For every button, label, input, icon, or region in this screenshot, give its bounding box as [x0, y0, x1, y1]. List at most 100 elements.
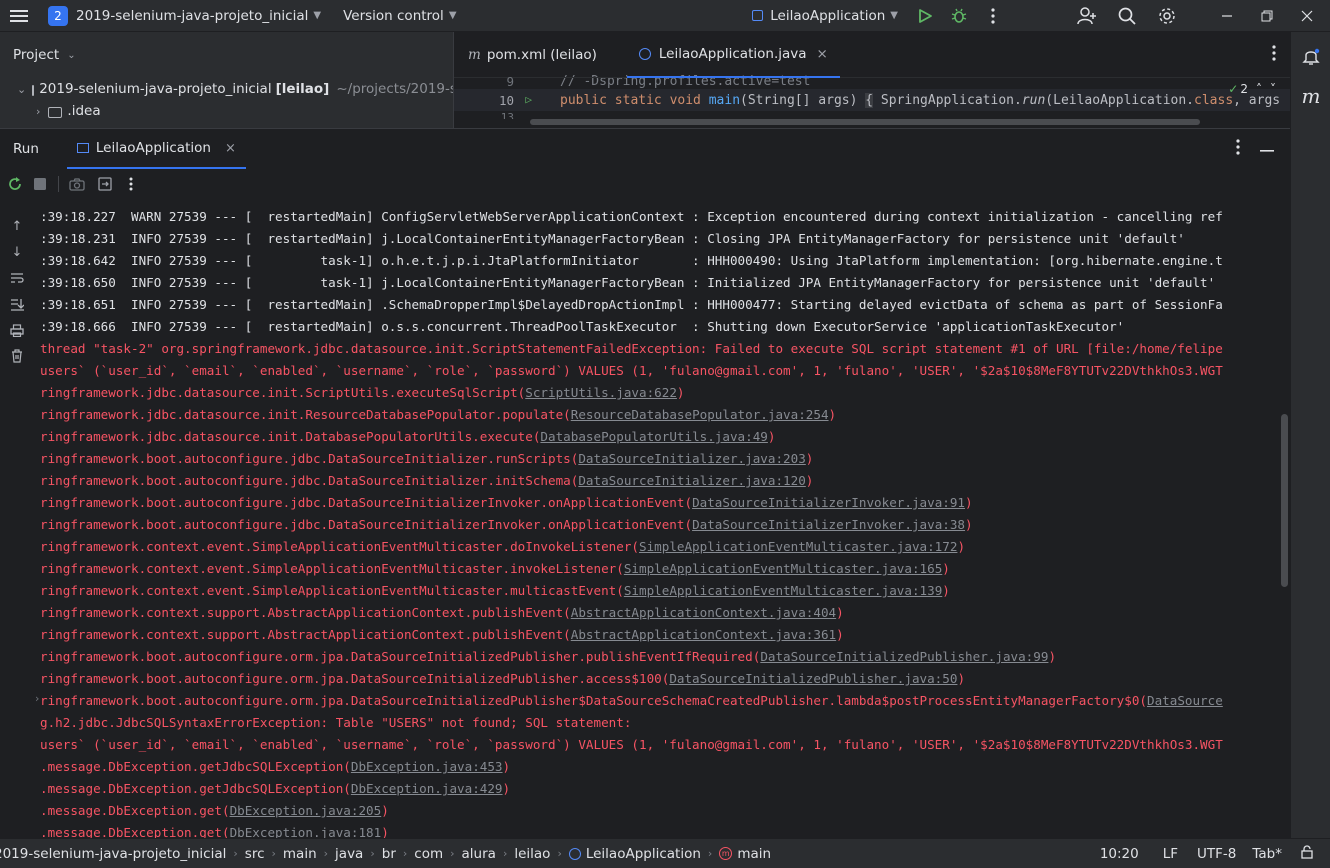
- camera-icon: [69, 177, 85, 191]
- run-more-button[interactable]: [119, 169, 143, 199]
- run-toolbar: [0, 169, 1290, 199]
- inspection-widget[interactable]: ✓ 2 ˄ ˅: [1228, 82, 1276, 96]
- tab-label: LeilaoApplication.java: [658, 45, 807, 62]
- console-line: ringframework.context.support.AbstractAp…: [40, 627, 844, 642]
- run-config-label: LeilaoApplication: [770, 7, 886, 24]
- scroll-down-button[interactable]: ↓: [0, 239, 34, 265]
- stacktrace-link[interactable]: SimpleApplicationEventMulticaster.java:1…: [639, 539, 957, 554]
- main-menu-button[interactable]: [0, 0, 38, 32]
- stacktrace-link[interactable]: DataSourceInitializer.java:120: [578, 473, 805, 488]
- chevron-up-icon[interactable]: ˄: [1256, 82, 1262, 96]
- more-vertical-icon: [129, 177, 133, 191]
- scroll-to-end-icon: [11, 298, 24, 311]
- breadcrumb-item[interactable]: br: [382, 846, 396, 862]
- stacktrace-link[interactable]: DataSourceInitializer.java:203: [578, 451, 805, 466]
- maven-button[interactable]: m: [1291, 76, 1330, 116]
- stacktrace-link[interactable]: DataSource: [1147, 693, 1223, 708]
- console-line: users` (`user_id`, `email`, `enabled`, `…: [40, 363, 1223, 378]
- lock-icon[interactable]: [1300, 844, 1314, 863]
- console-line: ringframework.boot.autoconfigure.jdbc.Da…: [40, 495, 973, 510]
- module-folder-icon: [32, 84, 35, 96]
- line-separator[interactable]: LF: [1163, 846, 1178, 862]
- close-tab-icon[interactable]: ×: [817, 46, 828, 62]
- chevron-right-icon: ›: [271, 847, 276, 860]
- code-with-me-button[interactable]: [1072, 1, 1102, 31]
- console-output[interactable]: :39:18.227 WARN 27539 --- [ restartedMai…: [34, 206, 1290, 839]
- scroll-up-button[interactable]: ↑: [0, 213, 34, 239]
- soft-wrap-button[interactable]: [0, 265, 34, 291]
- editor-tabs-more-button[interactable]: [1272, 44, 1276, 65]
- stacktrace-link[interactable]: DataSourceInitializedPublisher.java:99: [760, 649, 1048, 664]
- caret-position[interactable]: 10:20: [1100, 846, 1139, 862]
- code-line: 13: [454, 111, 1290, 119]
- indent-setting[interactable]: Tab*: [1252, 846, 1282, 862]
- stacktrace-link[interactable]: DbException.java:429: [351, 781, 503, 796]
- stacktrace-link[interactable]: DbException.java:453: [351, 759, 503, 774]
- run-panel-options-button[interactable]: [1236, 139, 1240, 159]
- breadcrumb-item[interactable]: main: [737, 846, 771, 862]
- console-line: :39:18.651 INFO 27539 --- [ restartedMai…: [40, 297, 1223, 312]
- stacktrace-link[interactable]: ResourceDatabasePopulator.java:254: [571, 407, 829, 422]
- stacktrace-link[interactable]: DataSourceInitializedPublisher.java:50: [669, 671, 957, 686]
- arrow-down-icon: ↓: [11, 244, 23, 260]
- search-everywhere-button[interactable]: [1112, 1, 1142, 31]
- scroll-to-end-button[interactable]: [0, 291, 34, 317]
- stacktrace-link[interactable]: DataSourceInitializerInvoker.java:91: [692, 495, 965, 510]
- settings-button[interactable]: [1152, 1, 1182, 31]
- project-pane: Project ⌄ ⌄ 2019-selenium-java-projeto_i…: [0, 32, 453, 128]
- breadcrumb-item[interactable]: java: [335, 846, 363, 862]
- line-number: 10 ▷: [498, 92, 532, 108]
- stacktrace-link[interactable]: DbException.java:181: [230, 825, 382, 839]
- tree-item-idea[interactable]: › .idea: [0, 100, 453, 122]
- stacktrace-link[interactable]: AbstractApplicationContext.java:361: [571, 627, 836, 642]
- project-header[interactable]: Project ⌄: [0, 32, 453, 78]
- tab-pom-xml[interactable]: m pom.xml (leilao): [454, 32, 609, 78]
- clear-console-button[interactable]: [0, 343, 34, 369]
- vcs-widget[interactable]: Version control ▼: [329, 0, 464, 32]
- more-actions-button[interactable]: [978, 1, 1008, 31]
- tree-root-item[interactable]: ⌄ 2019-selenium-java-projeto_inicial [le…: [0, 78, 453, 100]
- console-scrollbar[interactable]: [1281, 414, 1288, 587]
- project-switcher[interactable]: 2 2019-selenium-java-projeto_inicial ▼: [38, 0, 329, 32]
- console-line: ringframework.context.event.SimpleApplic…: [40, 561, 950, 576]
- breadcrumb-item[interactable]: 2019-selenium-java-projeto_inicial: [0, 846, 226, 862]
- file-encoding[interactable]: UTF-8: [1197, 846, 1236, 862]
- rerun-button[interactable]: [4, 169, 26, 199]
- stacktrace-link[interactable]: SimpleApplicationEventMulticaster.java:1…: [624, 583, 942, 598]
- stacktrace-link[interactable]: AbstractApplicationContext.java:404: [571, 605, 836, 620]
- stop-button[interactable]: [26, 169, 54, 199]
- more-vertical-icon: [1272, 44, 1276, 61]
- breadcrumb-item[interactable]: com: [414, 846, 443, 862]
- tab-leilao-application[interactable]: LeilaoApplication.java ×: [626, 32, 840, 78]
- run-button[interactable]: [910, 1, 940, 31]
- stacktrace-link[interactable]: DbException.java:205: [230, 803, 382, 818]
- restore-button[interactable]: [1252, 1, 1282, 31]
- breadcrumb-item[interactable]: main: [283, 846, 317, 862]
- stacktrace-link[interactable]: SimpleApplicationEventMulticaster.java:1…: [624, 561, 942, 576]
- breadcrumb-item[interactable]: LeilaoApplication: [586, 846, 701, 862]
- close-window-button[interactable]: [1292, 1, 1322, 31]
- console-line: ringframework.boot.autoconfigure.jdbc.Da…: [40, 451, 814, 466]
- exit-button[interactable]: [91, 169, 119, 199]
- chevron-down-icon[interactable]: ˅: [1270, 82, 1276, 96]
- minimize-button[interactable]: [1212, 1, 1242, 31]
- breadcrumb-item[interactable]: alura: [462, 846, 496, 862]
- print-button[interactable]: [0, 317, 34, 343]
- breadcrumb-item[interactable]: leilao: [514, 846, 550, 862]
- close-tab-icon[interactable]: ×: [225, 141, 236, 156]
- stacktrace-link[interactable]: DataSourceInitializerInvoker.java:38: [692, 517, 965, 532]
- fold-marker-icon[interactable]: ›: [35, 692, 39, 705]
- run-config-selector[interactable]: LeilaoApplication ▼: [744, 0, 910, 32]
- hide-panel-button[interactable]: [1260, 142, 1274, 157]
- run-header: Run LeilaoApplication ×: [0, 129, 1290, 169]
- editor-horizontal-scrollbar[interactable]: [530, 119, 1200, 125]
- notifications-button[interactable]: [1291, 36, 1330, 76]
- screenshot-button[interactable]: [63, 169, 91, 199]
- run-gutter-icon[interactable]: ▷: [525, 93, 532, 106]
- breadcrumb-item[interactable]: src: [245, 846, 265, 862]
- stacktrace-link[interactable]: DatabasePopulatorUtils.java:49: [540, 429, 767, 444]
- chevron-down-icon: ▼: [313, 10, 322, 21]
- debug-button[interactable]: [944, 1, 974, 31]
- run-tab[interactable]: LeilaoApplication ×: [66, 129, 246, 169]
- stacktrace-link[interactable]: ScriptUtils.java:622: [525, 385, 677, 400]
